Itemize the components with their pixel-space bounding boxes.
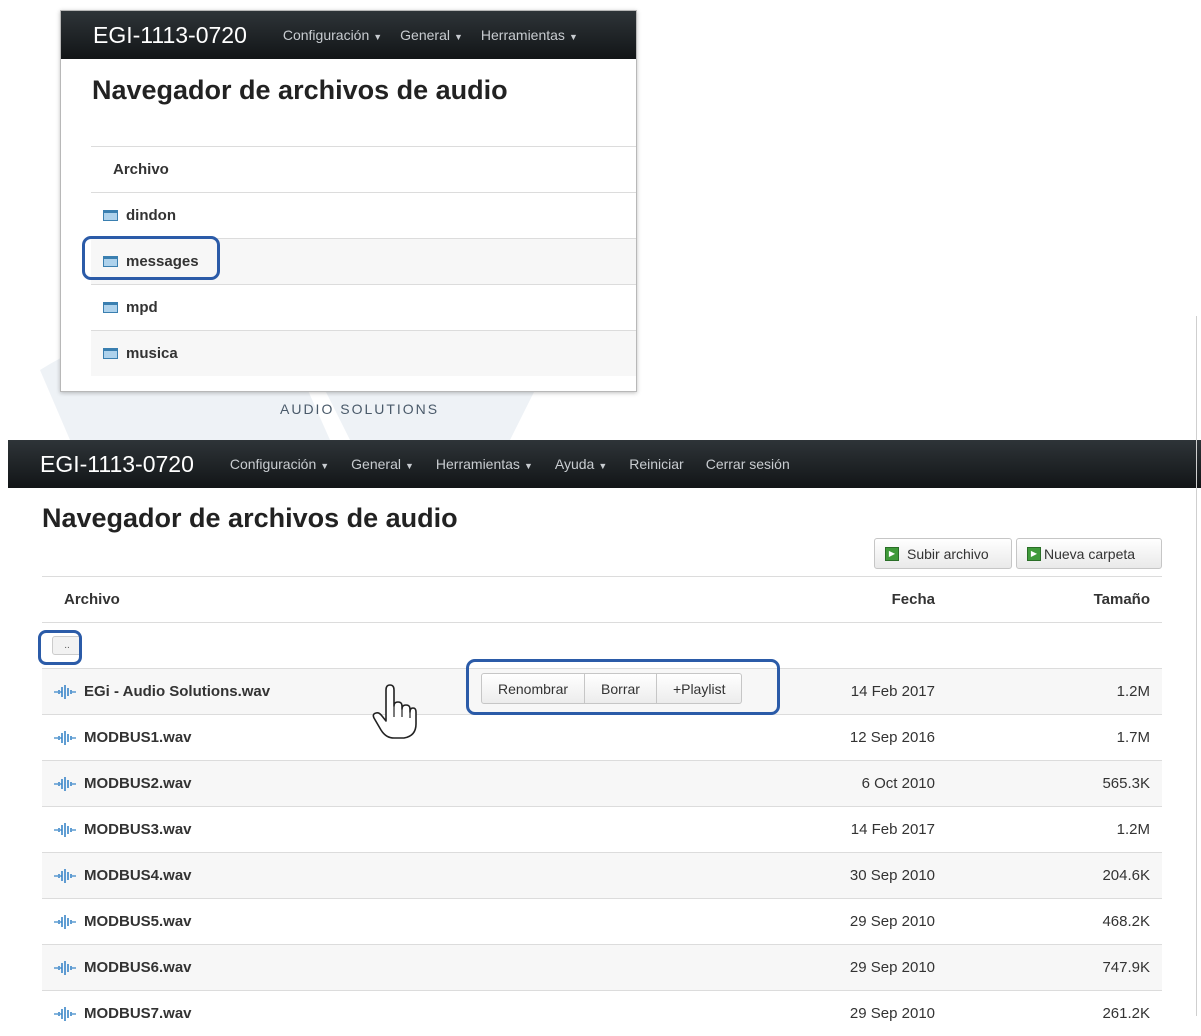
nav-cerrar-sesion[interactable]: Cerrar sesión <box>706 456 790 472</box>
file-size: 261.2K <box>1102 1005 1150 1022</box>
hand-pointer-icon <box>372 684 417 739</box>
audio-wave-icon <box>54 960 76 975</box>
file-row[interactable]: MODBUS2.wav 6 Oct 2010 565.3K <box>42 760 1162 806</box>
file-row[interactable]: MODBUS1.wav 12 Sep 2016 1.7M <box>42 714 1162 760</box>
watermark-text: AUDIO SOLUTIONS <box>280 401 440 417</box>
inset-navbar: EGI-1113-0720 Configuración ▼ General ▼ He… <box>61 11 636 59</box>
audio-wave-icon <box>54 1006 76 1021</box>
upload-icon: ▶ <box>885 546 899 561</box>
file-name[interactable]: MODBUS1.wav <box>84 729 192 746</box>
nav-herramientas[interactable]: Herramientas ▼ <box>436 456 533 472</box>
upload-file-button[interactable]: ▶ Subir archivo <box>874 538 1012 569</box>
folder-name[interactable]: dindon <box>126 207 176 224</box>
file-size: 1.7M <box>1116 729 1150 746</box>
new-folder-icon: ▶ <box>1027 546 1041 561</box>
file-date: 6 Oct 2010 <box>861 775 935 792</box>
file-date: 14 Feb 2017 <box>850 683 935 700</box>
nav-ayuda[interactable]: Ayuda ▼ <box>555 456 607 472</box>
file-name[interactable]: MODBUS6.wav <box>84 959 192 976</box>
inset-nav-configuracion[interactable]: Configuración ▼ <box>283 27 382 43</box>
file-name[interactable]: MODBUS7.wav <box>84 1005 192 1022</box>
file-date: 29 Sep 2010 <box>849 959 935 976</box>
audio-wave-icon <box>54 776 76 791</box>
folder-icon <box>103 210 118 221</box>
file-size: 747.9K <box>1102 959 1150 976</box>
file-size: 1.2M <box>1116 821 1150 838</box>
inset-page-title: Navegador de archivos de audio <box>92 75 508 105</box>
folder-name[interactable]: mpd <box>126 299 158 316</box>
highlight-parent-directory <box>38 630 82 665</box>
new-folder-button[interactable]: ▶ Nueva carpeta <box>1016 538 1162 569</box>
caret-down-icon: ▼ <box>404 461 414 471</box>
audio-wave-icon <box>54 914 76 929</box>
toolbar: ▶ Subir archivo ▶ Nueva carpeta <box>874 538 1162 569</box>
folder-icon <box>103 348 118 359</box>
folder-name[interactable]: musica <box>126 345 178 362</box>
nav-general[interactable]: General ▼ <box>351 456 414 472</box>
audio-wave-icon <box>54 868 76 883</box>
column-fecha[interactable]: Fecha <box>785 591 935 608</box>
file-name-cell[interactable]: MODBUS6.wav <box>42 959 785 976</box>
file-date: 30 Sep 2010 <box>849 867 935 884</box>
caret-down-icon: ▼ <box>523 461 533 471</box>
file-date: 14 Feb 2017 <box>850 821 935 838</box>
main-navbar: EGI-1113-0720 Configuración ▼ General ▼ He… <box>8 440 1201 488</box>
inset-brand[interactable]: EGI-1113-0720 <box>93 22 247 49</box>
file-name[interactable]: MODBUS4.wav <box>84 867 192 884</box>
file-name[interactable]: EGi - Audio Solutions.wav <box>84 683 270 700</box>
column-tamano[interactable]: Tamaño <box>935 591 1162 608</box>
page-title: Navegador de archivos de audio <box>42 503 458 533</box>
file-name[interactable]: MODBUS2.wav <box>84 775 192 792</box>
file-row[interactable]: MODBUS4.wav 30 Sep 2010 204.6K <box>42 852 1162 898</box>
file-date: 12 Sep 2016 <box>849 729 935 746</box>
inset-nav-general[interactable]: General ▼ <box>400 27 463 43</box>
caret-down-icon: ▼ <box>568 32 578 42</box>
file-table: Archivo Fecha Tamaño .. EGi - Audio Solu… <box>42 576 1162 1036</box>
file-date: 29 Sep 2010 <box>849 1005 935 1022</box>
caret-down-icon: ▼ <box>453 32 463 42</box>
inset-nav-herramientas[interactable]: Herramientas ▼ <box>481 27 578 43</box>
audio-wave-icon <box>54 822 76 837</box>
file-name-cell[interactable]: MODBUS3.wav <box>42 821 785 838</box>
folder-row-dindon[interactable]: dindon <box>91 192 636 238</box>
file-name-cell[interactable]: MODBUS4.wav <box>42 867 785 884</box>
folder-icon <box>103 302 118 313</box>
nav-configuracion[interactable]: Configuración ▼ <box>230 456 329 472</box>
file-name[interactable]: MODBUS5.wav <box>84 913 192 930</box>
file-row[interactable]: MODBUS5.wav 29 Sep 2010 468.2K <box>42 898 1162 944</box>
folder-row-mpd[interactable]: mpd <box>91 284 636 330</box>
file-name-cell[interactable]: MODBUS2.wav <box>42 775 785 792</box>
upload-label: Subir archivo <box>907 545 989 562</box>
audio-wave-icon <box>54 684 76 699</box>
folder-row-musica[interactable]: musica <box>91 330 636 376</box>
zoomed-inset-panel: EGI-1113-0720 Configuración ▼ General ▼ He… <box>60 10 637 392</box>
highlight-row-actions <box>466 659 780 715</box>
file-date: 29 Sep 2010 <box>849 913 935 930</box>
file-name[interactable]: MODBUS3.wav <box>84 821 192 838</box>
file-row[interactable]: MODBUS3.wav 14 Feb 2017 1.2M <box>42 806 1162 852</box>
file-size: 204.6K <box>1102 867 1150 884</box>
highlight-messages-folder <box>82 236 220 280</box>
caret-down-icon: ▼ <box>320 461 330 471</box>
column-archivo[interactable]: Archivo <box>42 591 785 608</box>
file-name-cell[interactable]: MODBUS5.wav <box>42 913 785 930</box>
nav-reiniciar[interactable]: Reiniciar <box>629 456 683 472</box>
scrollbar-edge <box>1196 316 1197 1016</box>
file-row[interactable]: MODBUS6.wav 29 Sep 2010 747.9K <box>42 944 1162 990</box>
file-size: 1.2M <box>1116 683 1150 700</box>
new-folder-label: Nueva carpeta <box>1044 545 1136 562</box>
file-size: 565.3K <box>1102 775 1150 792</box>
audio-wave-icon <box>54 730 76 745</box>
caret-down-icon: ▼ <box>373 32 383 42</box>
file-size: 468.2K <box>1102 913 1150 930</box>
file-row[interactable]: MODBUS7.wav 29 Sep 2010 261.2K <box>42 990 1162 1036</box>
table-header-row: Archivo Fecha Tamaño <box>42 576 1162 622</box>
file-name-cell[interactable]: MODBUS7.wav <box>42 1005 785 1022</box>
caret-down-icon: ▼ <box>598 461 608 471</box>
inset-column-header: Archivo <box>91 146 636 192</box>
main-brand[interactable]: EGI-1113-0720 <box>40 451 194 478</box>
